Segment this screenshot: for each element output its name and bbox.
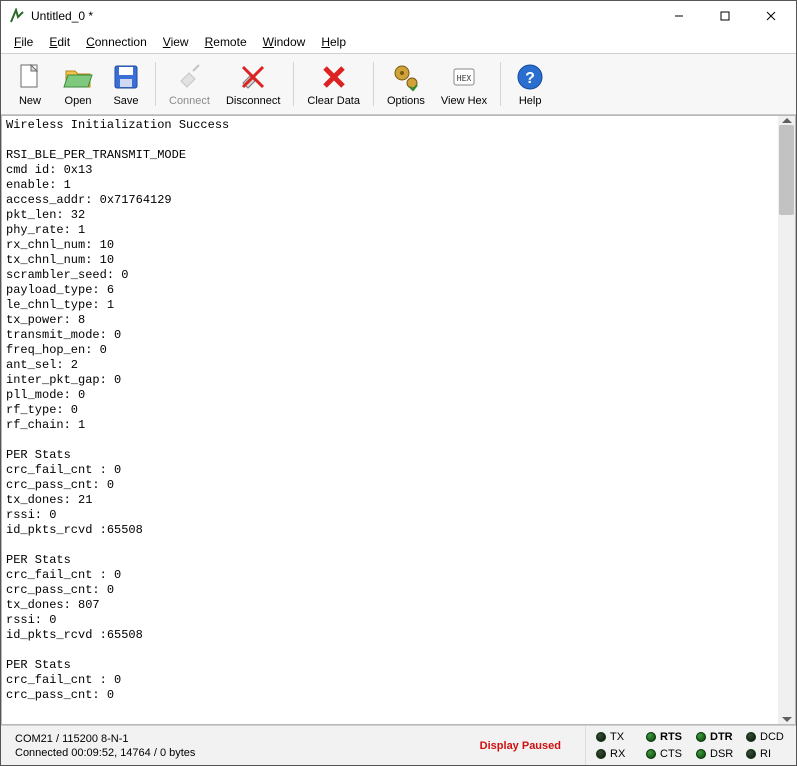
toolbar-separator (155, 62, 156, 106)
options-button[interactable]: Options (380, 58, 432, 110)
menu-file[interactable]: File (7, 33, 40, 51)
menu-edit[interactable]: Edit (42, 33, 77, 51)
terminal-output[interactable]: Wireless Initialization Success RSI_BLE_… (2, 116, 778, 724)
toolbar-separator (293, 62, 294, 106)
disconnect-icon (237, 61, 269, 93)
led-dcd: DCD (746, 731, 786, 743)
viewhex-label: View Hex (441, 95, 487, 107)
led-rts[interactable]: RTS (646, 731, 686, 743)
view-hex-button[interactable]: HEX View Hex (434, 58, 494, 110)
led-indicator-icon (746, 749, 756, 759)
help-button[interactable]: ? Help (507, 58, 553, 110)
led-indicator-icon (696, 749, 706, 759)
led-indicator-icon (646, 732, 656, 742)
title-bar: Untitled_0 * (1, 1, 796, 31)
menu-bar: File Edit Connection View Remote Window … (1, 31, 796, 54)
led-indicator-icon (696, 732, 706, 742)
help-icon: ? (514, 61, 546, 93)
scroll-down-arrow-icon[interactable] (782, 717, 792, 722)
connect-button: Connect (162, 58, 217, 110)
led-cts: CTS (646, 748, 686, 760)
toolbar-separator (500, 62, 501, 106)
led-indicator-icon (596, 749, 606, 759)
disconnect-label: Disconnect (226, 95, 280, 107)
clear-data-button[interactable]: Clear Data (300, 58, 367, 110)
save-button[interactable]: Save (103, 58, 149, 110)
menu-help[interactable]: Help (314, 33, 353, 51)
toolbar: New Open Save Connect Disconnect Clear D… (1, 54, 796, 115)
new-file-icon (14, 61, 46, 93)
led-dsr: DSR (696, 748, 736, 760)
maximize-button[interactable] (702, 1, 748, 31)
status-led-panel: TX RX RTS CTS DTR DSR DCD RI (586, 726, 796, 765)
scroll-thumb[interactable] (779, 125, 794, 215)
connect-label: Connect (169, 95, 210, 107)
svg-text:?: ? (525, 70, 535, 87)
new-button[interactable]: New (7, 58, 53, 110)
toolbar-separator (373, 62, 374, 106)
led-dtr[interactable]: DTR (696, 731, 736, 743)
svg-text:HEX: HEX (457, 74, 472, 83)
menu-connection[interactable]: Connection (79, 33, 154, 51)
open-label: Open (65, 95, 92, 107)
open-folder-icon (62, 61, 94, 93)
vertical-scrollbar[interactable] (778, 116, 795, 724)
save-icon (110, 61, 142, 93)
disconnect-button[interactable]: Disconnect (219, 58, 287, 110)
connect-icon (173, 61, 205, 93)
led-ri: RI (746, 748, 786, 760)
minimize-button[interactable] (656, 1, 702, 31)
open-button[interactable]: Open (55, 58, 101, 110)
clear-icon (318, 61, 350, 93)
options-label: Options (387, 95, 425, 107)
led-rx: RX (596, 748, 636, 760)
save-label: Save (113, 95, 138, 107)
status-connection-panel: COM21 / 115200 8-N-1 Connected 00:09:52,… (1, 726, 586, 765)
led-indicator-icon (746, 732, 756, 742)
help-label: Help (519, 95, 542, 107)
status-bar: COM21 / 115200 8-N-1 Connected 00:09:52,… (1, 725, 796, 765)
close-button[interactable] (748, 1, 794, 31)
status-connected: Connected 00:09:52, 14764 / 0 bytes (15, 747, 478, 759)
hex-icon: HEX (448, 61, 480, 93)
menu-window[interactable]: Window (256, 33, 313, 51)
new-label: New (19, 95, 41, 107)
options-icon (390, 61, 422, 93)
led-indicator-icon (646, 749, 656, 759)
status-port: COM21 / 115200 8-N-1 (15, 733, 478, 745)
terminal-pane: Wireless Initialization Success RSI_BLE_… (1, 115, 796, 725)
clear-label: Clear Data (307, 95, 360, 107)
led-tx: TX (596, 731, 636, 743)
menu-view[interactable]: View (156, 33, 196, 51)
menu-remote[interactable]: Remote (198, 33, 254, 51)
app-icon (9, 8, 25, 24)
window-title: Untitled_0 * (31, 9, 656, 23)
status-display-paused: Display Paused (480, 740, 571, 752)
led-indicator-icon (596, 732, 606, 742)
